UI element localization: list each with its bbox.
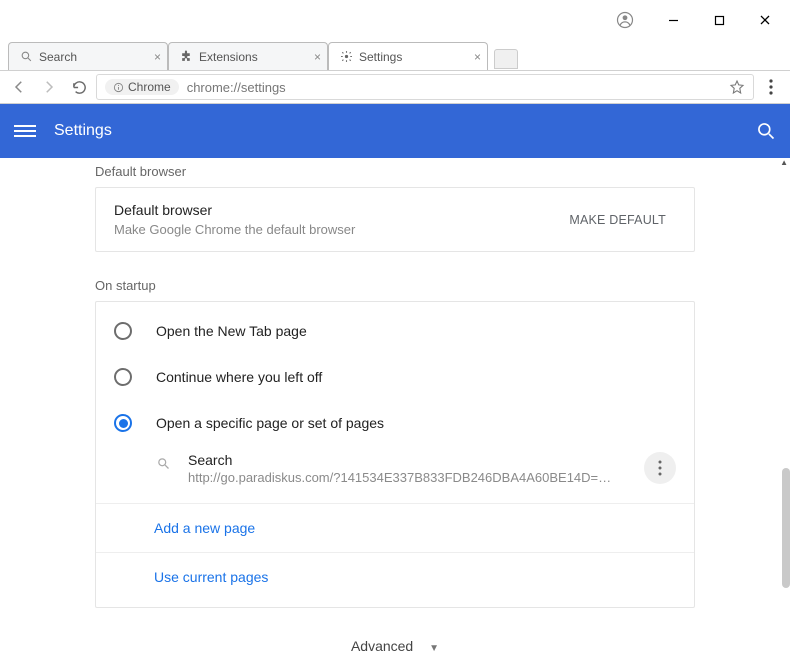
- startup-option-specific[interactable]: Open a specific page or set of pages: [96, 400, 694, 446]
- omnibox[interactable]: Chrome chrome://settings: [96, 74, 754, 100]
- forward-button[interactable]: [36, 74, 62, 100]
- use-current-pages-link[interactable]: Use current pages: [96, 552, 694, 601]
- tab-search[interactable]: Search ×: [8, 42, 168, 70]
- info-icon: [113, 82, 124, 93]
- advanced-label: Advanced: [351, 638, 413, 654]
- scheme-label: Chrome: [128, 80, 171, 94]
- tab-label: Extensions: [199, 50, 258, 64]
- tab-label: Settings: [359, 50, 402, 64]
- on-startup-card: Open the New Tab page Continue where you…: [95, 301, 695, 608]
- search-icon: [154, 454, 172, 472]
- settings-content: ▲ Default browser Default browser Make G…: [0, 158, 790, 661]
- add-new-page-link[interactable]: Add a new page: [96, 503, 694, 552]
- radio-label: Open a specific page or set of pages: [156, 415, 384, 431]
- radio-icon: [114, 322, 132, 340]
- startup-page-entry: Search http://go.paradiskus.com/?141534E…: [96, 446, 694, 491]
- close-icon[interactable]: ×: [314, 50, 321, 64]
- kebab-menu-icon[interactable]: [758, 74, 784, 100]
- back-button[interactable]: [6, 74, 32, 100]
- window-titlebar: [0, 0, 790, 40]
- startup-page-url: http://go.paradiskus.com/?141534E337B833…: [188, 470, 618, 485]
- profile-icon[interactable]: [602, 5, 648, 35]
- scrollbar-thumb[interactable]: [782, 468, 790, 588]
- section-label-default-browser: Default browser: [95, 160, 695, 187]
- scheme-chip: Chrome: [105, 79, 179, 95]
- search-icon: [19, 50, 33, 64]
- chevron-down-icon: ▼: [429, 643, 439, 654]
- bookmark-star-icon[interactable]: [729, 79, 745, 95]
- settings-header: Settings: [0, 104, 790, 158]
- scroll-up-icon[interactable]: ▲: [780, 158, 788, 167]
- startup-option-continue[interactable]: Continue where you left off: [96, 354, 694, 400]
- new-tab-button[interactable]: [494, 49, 518, 69]
- page-more-button[interactable]: [644, 452, 676, 484]
- startup-page-title: Search: [188, 452, 644, 468]
- radio-selected-icon: [114, 414, 132, 432]
- puzzle-icon: [179, 50, 193, 64]
- maximize-button[interactable]: [696, 5, 742, 35]
- tab-strip: Search × Extensions × Settings ×: [0, 40, 790, 70]
- advanced-toggle[interactable]: Advanced ▼: [95, 608, 695, 661]
- close-button[interactable]: [742, 5, 788, 35]
- make-default-button[interactable]: MAKE DEFAULT: [559, 205, 676, 235]
- close-icon[interactable]: ×: [154, 50, 161, 64]
- startup-option-newtab[interactable]: Open the New Tab page: [96, 308, 694, 354]
- hamburger-icon[interactable]: [14, 120, 36, 142]
- default-browser-title: Default browser: [114, 202, 559, 218]
- radio-label: Continue where you left off: [156, 369, 322, 385]
- default-browser-card: Default browser Make Google Chrome the d…: [95, 187, 695, 252]
- tab-label: Search: [39, 50, 77, 64]
- default-browser-subtitle: Make Google Chrome the default browser: [114, 222, 559, 237]
- radio-label: Open the New Tab page: [156, 323, 307, 339]
- tab-extensions[interactable]: Extensions ×: [168, 42, 328, 70]
- reload-button[interactable]: [66, 74, 92, 100]
- minimize-button[interactable]: [650, 5, 696, 35]
- gear-icon: [339, 50, 353, 64]
- omnibox-url: chrome://settings: [187, 80, 286, 95]
- page-title: Settings: [54, 122, 112, 140]
- radio-icon: [114, 368, 132, 386]
- search-icon[interactable]: [756, 121, 776, 141]
- section-label-on-startup: On startup: [95, 274, 695, 301]
- close-icon[interactable]: ×: [474, 50, 481, 64]
- tab-settings[interactable]: Settings ×: [328, 42, 488, 70]
- nav-toolbar: Chrome chrome://settings: [0, 70, 790, 104]
